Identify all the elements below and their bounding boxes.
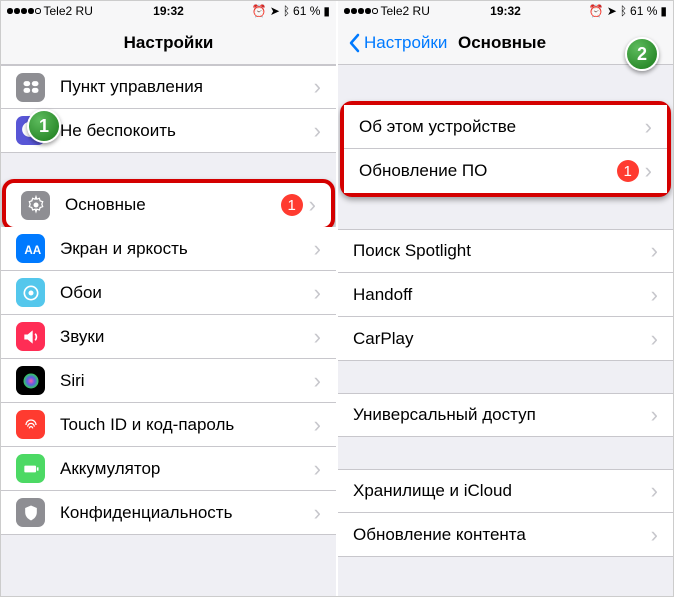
row-touch-id[interactable]: Touch ID и код-пароль › [1,403,336,447]
battery-percent: 61 % [293,4,320,18]
signal-dots-icon [7,8,41,14]
row-label: Обновление ПО [359,161,617,181]
row-accessibility[interactable]: Универсальный доступ › [338,393,673,437]
battery-icon [16,454,45,483]
row-label: Touch ID и код-пароль [60,415,308,435]
display-icon: AA [16,234,45,263]
back-label: Настройки [364,33,447,53]
alarm-icon: ⏰ [252,4,267,18]
back-button[interactable]: Настройки [338,33,447,53]
row-software-update[interactable]: Обновление ПО1 › [344,149,667,193]
row-privacy[interactable]: Конфиденциальность › [1,491,336,535]
chevron-right-icon: › [314,412,321,438]
row-siri[interactable]: Siri › [1,359,336,403]
row-display[interactable]: AA Экран и яркость › [1,227,336,271]
chevron-left-icon [344,33,364,53]
control-center-icon [16,73,45,102]
row-label: Handoff [353,285,645,305]
row-label: Не беспокоить [60,121,308,141]
row-carplay[interactable]: CarPlay › [338,317,673,361]
badge: 1 [617,160,639,182]
badge: 1 [281,194,303,216]
svg-text:AA: AA [24,244,41,257]
callout-marker-2: 2 [625,65,659,71]
status-bar: Tele2 RU 19:32 ⏰ ➤ ᛒ 61 % ▮ [1,1,336,21]
location-icon: ➤ [270,4,280,18]
chevron-right-icon: › [651,522,658,548]
row-storage[interactable]: Хранилище и iCloud › [338,469,673,513]
row-label: Экран и яркость [60,239,308,259]
callout-marker-1: 1 [27,109,61,143]
status-time: 19:32 [153,4,184,18]
chevron-right-icon: › [651,326,658,352]
chevron-right-icon: › [651,238,658,264]
chevron-right-icon: › [314,280,321,306]
row-label: Поиск Spotlight [353,241,645,261]
chevron-right-icon: › [314,500,321,526]
row-about[interactable]: Об этом устройстве › [344,105,667,149]
status-bar: Tele2 RU 19:32 ⏰ ➤ ᛒ 61 % ▮ [338,1,673,21]
chevron-right-icon: › [309,192,316,218]
chevron-right-icon: › [314,118,321,144]
wallpaper-icon [16,278,45,307]
privacy-icon [16,498,45,527]
nav-title: Настройки [124,33,214,53]
row-label: Обновление контента [353,525,645,545]
row-label: CarPlay [353,329,645,349]
row-label: Siri [60,371,308,391]
chevron-right-icon: › [651,402,658,428]
row-label: Звуки [60,327,308,347]
row-label: Универсальный доступ [353,405,645,425]
nav-title: Основные [458,33,546,53]
row-label: Конфиденциальность [60,503,308,523]
chevron-right-icon: › [645,158,652,184]
chevron-right-icon: › [645,114,652,140]
row-label: Пункт управления [60,77,308,97]
nav-bar: Настройки [1,21,336,65]
location-icon: ➤ [607,4,617,18]
alarm-icon: ⏰ [589,4,604,18]
chevron-right-icon: › [314,74,321,100]
row-control-center[interactable]: Пункт управления › [1,65,336,109]
chevron-right-icon: › [314,236,321,262]
chevron-right-icon: › [314,456,321,482]
general-icon [21,191,50,220]
chevron-right-icon: › [314,324,321,350]
nav-bar: Настройки Основные [338,21,673,65]
sounds-icon [16,322,45,351]
chevron-right-icon: › [651,282,658,308]
row-battery[interactable]: Аккумулятор › [1,447,336,491]
chevron-right-icon: › [651,478,658,504]
battery-icon: ▮ [660,4,667,18]
row-label: Основные [65,195,281,215]
row-general[interactable]: Основные1 › [2,179,335,231]
phone-settings: Tele2 RU 19:32 ⏰ ➤ ᛒ 61 % ▮ Настройки 1 … [1,1,336,596]
battery-icon: ▮ [323,4,330,18]
row-spotlight[interactable]: Поиск Spotlight › [338,229,673,273]
touch-id-icon [16,410,45,439]
row-label: Хранилище и iCloud [353,481,645,501]
general-list[interactable]: 2 Об этом устройстве›Обновление ПО1›Поис… [338,65,673,596]
bluetooth-icon: ᛒ [620,4,627,18]
row-label: Аккумулятор [60,459,308,479]
phone-general: Tele2 RU 19:32 ⏰ ➤ ᛒ 61 % ▮ Настройки Ос… [338,1,673,596]
carrier-label: Tele2 RU [381,4,430,18]
row-handoff[interactable]: Handoff › [338,273,673,317]
chevron-right-icon: › [314,368,321,394]
signal-dots-icon [344,8,378,14]
row-wallpaper[interactable]: Обои › [1,271,336,315]
row-label: Обои [60,283,308,303]
row-background-refresh[interactable]: Обновление контента › [338,513,673,557]
siri-icon [16,366,45,395]
row-sounds[interactable]: Звуки › [1,315,336,359]
carrier-label: Tele2 RU [44,4,93,18]
bluetooth-icon: ᛒ [283,4,290,18]
highlight-group: Об этом устройстве › Обновление ПО1 › [340,101,671,197]
row-label: Об этом устройстве [359,117,639,137]
settings-list[interactable]: 1 Пункт управления›Не беспокоить›Основны… [1,65,336,596]
status-time: 19:32 [490,4,521,18]
battery-percent: 61 % [630,4,657,18]
